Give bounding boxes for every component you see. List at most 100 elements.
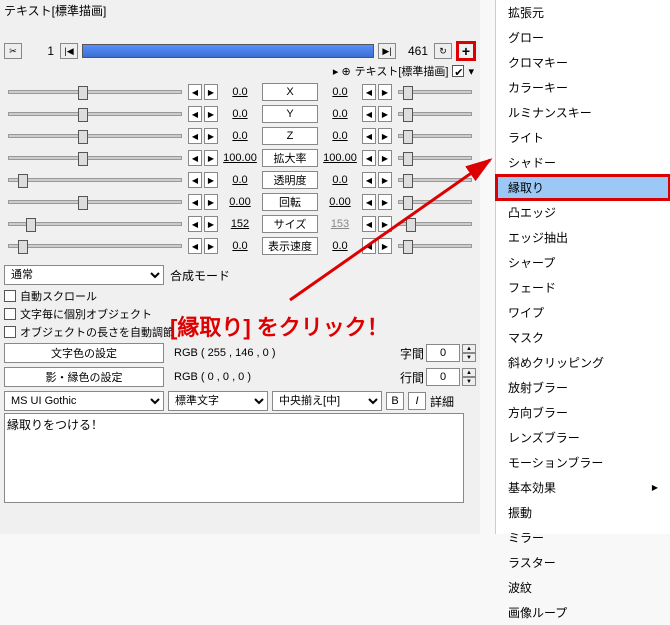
param-value-right[interactable]: 0.0 (320, 86, 360, 98)
menu-item[interactable]: ミラー (496, 525, 670, 550)
shadow-color-button[interactable]: 影・縁色の設定 (4, 367, 164, 387)
menu-item[interactable]: 波紋 (496, 575, 670, 600)
param-slider-left[interactable] (8, 90, 182, 94)
arrow-left-icon[interactable]: ◀ (362, 172, 376, 188)
param-label-button[interactable]: Y (262, 105, 318, 123)
tl-cut-icon[interactable]: ✂ (4, 43, 22, 59)
param-slider-left[interactable] (8, 178, 182, 182)
param-label-button[interactable]: 透明度 (262, 171, 318, 189)
arrow-right-icon[interactable]: ▶ (378, 150, 392, 166)
arrow-left-icon[interactable]: ◀ (188, 194, 202, 210)
param-slider-right[interactable] (398, 112, 472, 116)
arrow-left-icon[interactable]: ◀ (362, 150, 376, 166)
arrow-right-icon[interactable]: ▶ (378, 106, 392, 122)
menu-item[interactable]: 凸エッジ (496, 200, 670, 225)
arrow-right-icon[interactable]: ▶ (204, 238, 218, 254)
arrow-left-icon[interactable]: ◀ (188, 106, 202, 122)
menu-item[interactable]: レンズブラー (496, 425, 670, 450)
arrow-left-icon[interactable]: ◀ (188, 172, 202, 188)
font-select[interactable]: MS UI Gothic (4, 391, 164, 411)
param-slider-left[interactable] (8, 244, 182, 248)
param-value-left[interactable]: 100.00 (220, 152, 260, 164)
param-value-right[interactable]: 0.0 (320, 130, 360, 142)
arrow-right-icon[interactable]: ▶ (378, 194, 392, 210)
menu-item[interactable]: 画像ループ (496, 600, 670, 625)
param-value-right[interactable]: 0.0 (320, 174, 360, 186)
menu-item[interactable]: カラーキー (496, 75, 670, 100)
menu-item[interactable]: グロー (496, 25, 670, 50)
menu-item[interactable]: シャープ (496, 250, 670, 275)
spin-down-icon[interactable]: ▼ (462, 353, 476, 362)
loop-icon[interactable]: ↻ (434, 43, 452, 59)
param-value-right[interactable]: 100.00 (320, 152, 360, 164)
param-slider-right[interactable] (398, 90, 472, 94)
arrow-left-icon[interactable]: ◀ (188, 216, 202, 232)
arrow-left-icon[interactable]: ◀ (188, 238, 202, 254)
menu-item[interactable]: ライト (496, 125, 670, 150)
arrow-left-icon[interactable]: ◀ (362, 216, 376, 232)
param-label-button[interactable]: 拡大率 (262, 149, 318, 167)
checkbox[interactable] (4, 308, 16, 320)
line-spacing-input[interactable] (426, 368, 460, 386)
param-value-left[interactable]: 152 (220, 218, 260, 230)
arrow-right-icon[interactable]: ▶ (378, 238, 392, 254)
param-label-button[interactable]: 回転 (262, 193, 318, 211)
menu-item[interactable]: 縁取り (496, 175, 670, 200)
checkbox[interactable] (4, 326, 16, 338)
checkbox[interactable] (4, 290, 16, 302)
param-slider-right[interactable] (398, 134, 472, 138)
param-label-button[interactable]: Z (262, 127, 318, 145)
timeline-bar[interactable] (82, 44, 374, 58)
arrow-right-icon[interactable]: ▶ (204, 194, 218, 210)
seek-end-icon[interactable]: ▶| (378, 43, 396, 59)
arrow-left-icon[interactable]: ◀ (188, 128, 202, 144)
param-value-right[interactable]: 0.0 (320, 240, 360, 252)
char-type-select[interactable]: 標準文字 (168, 391, 268, 411)
param-slider-left[interactable] (8, 200, 182, 204)
arrow-right-icon[interactable]: ▶ (204, 84, 218, 100)
spin-down-icon[interactable]: ▼ (462, 377, 476, 386)
menu-item[interactable]: クロマキー (496, 50, 670, 75)
menu-item[interactable]: 放射ブラー (496, 375, 670, 400)
param-value-left[interactable]: 0.0 (220, 130, 260, 142)
param-slider-right[interactable] (398, 222, 472, 226)
param-value-left[interactable]: 0.0 (220, 174, 260, 186)
param-slider-right[interactable] (398, 244, 472, 248)
arrow-left-icon[interactable]: ◀ (188, 150, 202, 166)
param-slider-right[interactable] (398, 200, 472, 204)
arrow-right-icon[interactable]: ▶ (204, 106, 218, 122)
param-value-left[interactable]: 0.00 (220, 196, 260, 208)
arrow-right-icon[interactable]: ▶ (204, 150, 218, 166)
arrow-left-icon[interactable]: ◀ (188, 84, 202, 100)
menu-item[interactable]: ラスター (496, 550, 670, 575)
param-slider-left[interactable] (8, 222, 182, 226)
italic-button[interactable]: I (408, 392, 426, 410)
menu-item[interactable]: マスク (496, 325, 670, 350)
align-select[interactable]: 中央揃え[中] (272, 391, 382, 411)
spin-up-icon[interactable]: ▲ (462, 344, 476, 353)
spin-up-icon[interactable]: ▲ (462, 368, 476, 377)
header-checkbox[interactable]: ✔ (452, 65, 464, 77)
param-value-left[interactable]: 0.0 (220, 240, 260, 252)
menu-item[interactable]: エッジ抽出 (496, 225, 670, 250)
param-label-button[interactable]: サイズ (262, 215, 318, 233)
param-slider-left[interactable] (8, 112, 182, 116)
menu-item[interactable]: 方向ブラー (496, 400, 670, 425)
arrow-left-icon[interactable]: ◀ (362, 106, 376, 122)
blend-mode-select[interactable]: 通常 (4, 265, 164, 285)
menu-item[interactable]: 拡張元 (496, 0, 670, 25)
text-input[interactable] (4, 413, 464, 503)
arrow-right-icon[interactable]: ▶ (378, 84, 392, 100)
param-value-right[interactable]: 153 (320, 218, 360, 230)
arrow-left-icon[interactable]: ◀ (362, 194, 376, 210)
menu-item[interactable]: モーションブラー (496, 450, 670, 475)
bold-button[interactable]: B (386, 392, 404, 410)
menu-item[interactable]: シャドー (496, 150, 670, 175)
param-label-button[interactable]: 表示速度 (262, 237, 318, 255)
param-value-left[interactable]: 0.0 (220, 108, 260, 120)
arrow-left-icon[interactable]: ◀ (362, 128, 376, 144)
arrow-left-icon[interactable]: ◀ (362, 84, 376, 100)
arrow-right-icon[interactable]: ▶ (204, 216, 218, 232)
add-filter-button[interactable]: + (456, 41, 476, 61)
char-spacing-input[interactable] (426, 344, 460, 362)
